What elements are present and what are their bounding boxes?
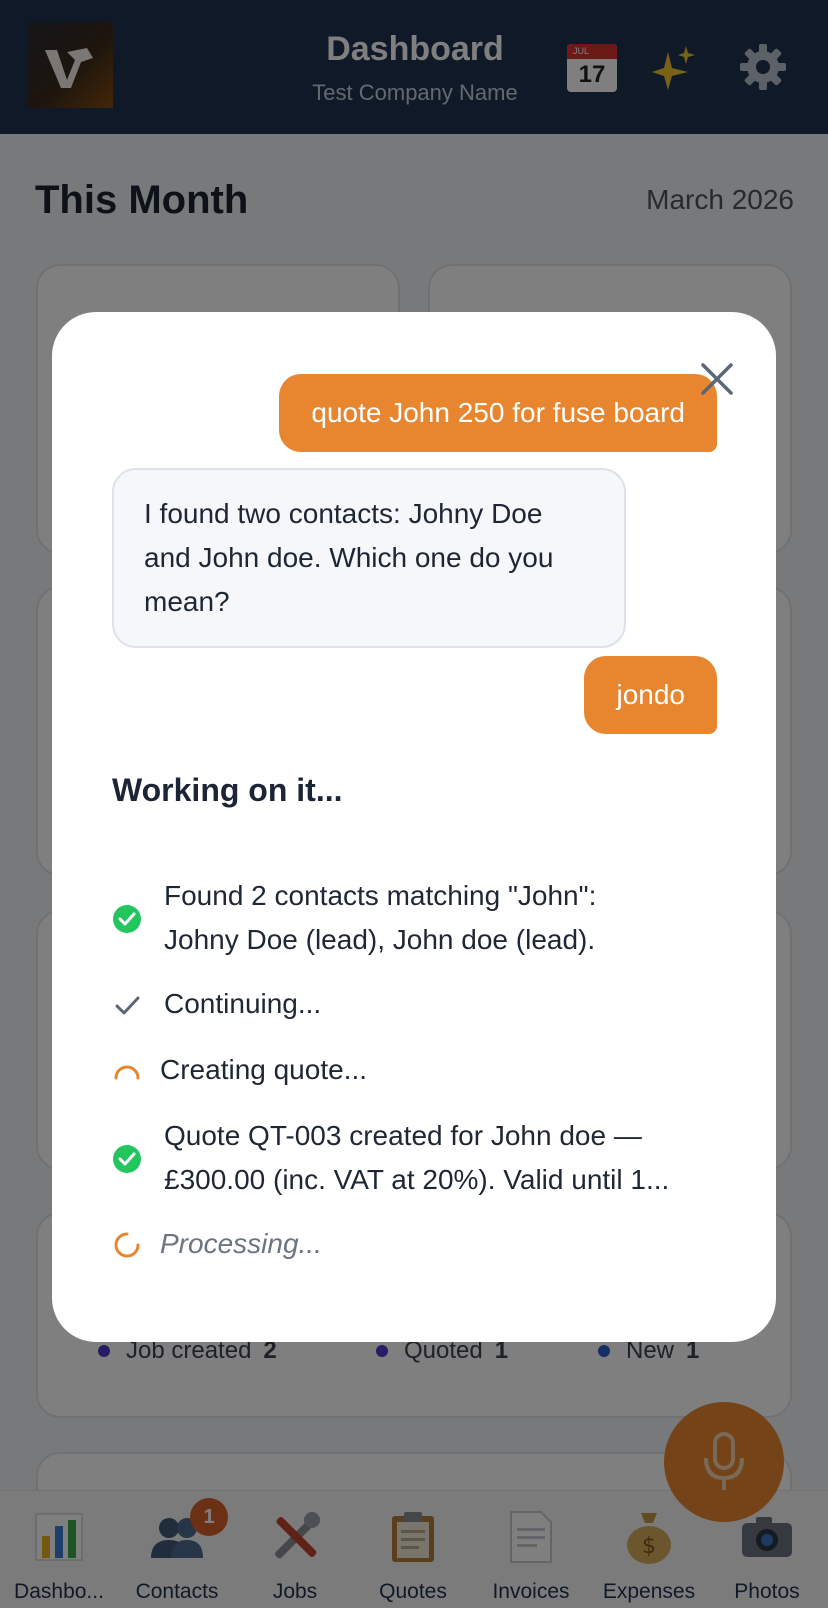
user-message: quote John 250 for fuse board	[279, 374, 717, 452]
step-text: £300.00 (inc. VAT at 20%). Valid until 1…	[164, 1164, 670, 1195]
check-circle-icon	[113, 1145, 141, 1173]
step-text: Creating quote...	[160, 1054, 368, 1085]
close-button[interactable]	[690, 352, 744, 406]
check-circle-icon	[113, 905, 141, 933]
step-text: Processing...	[160, 1228, 322, 1259]
assistant-message: I found two contacts: Johny Doe and John…	[112, 468, 626, 648]
spinner-icon	[114, 1065, 140, 1080]
checkmark-icon	[115, 996, 140, 1015]
step-text: Johny Doe (lead), John doe (lead).	[164, 924, 596, 955]
step-text: Found 2 contacts matching "John":	[164, 880, 597, 911]
user-message: jondo	[584, 656, 717, 734]
status-heading: Working on it...	[112, 772, 343, 808]
step-text: Quote QT-003 created for John doe —	[164, 1120, 642, 1151]
close-icon	[701, 363, 733, 395]
loading-icon	[114, 1232, 140, 1258]
step-text: Continuing...	[164, 988, 322, 1019]
